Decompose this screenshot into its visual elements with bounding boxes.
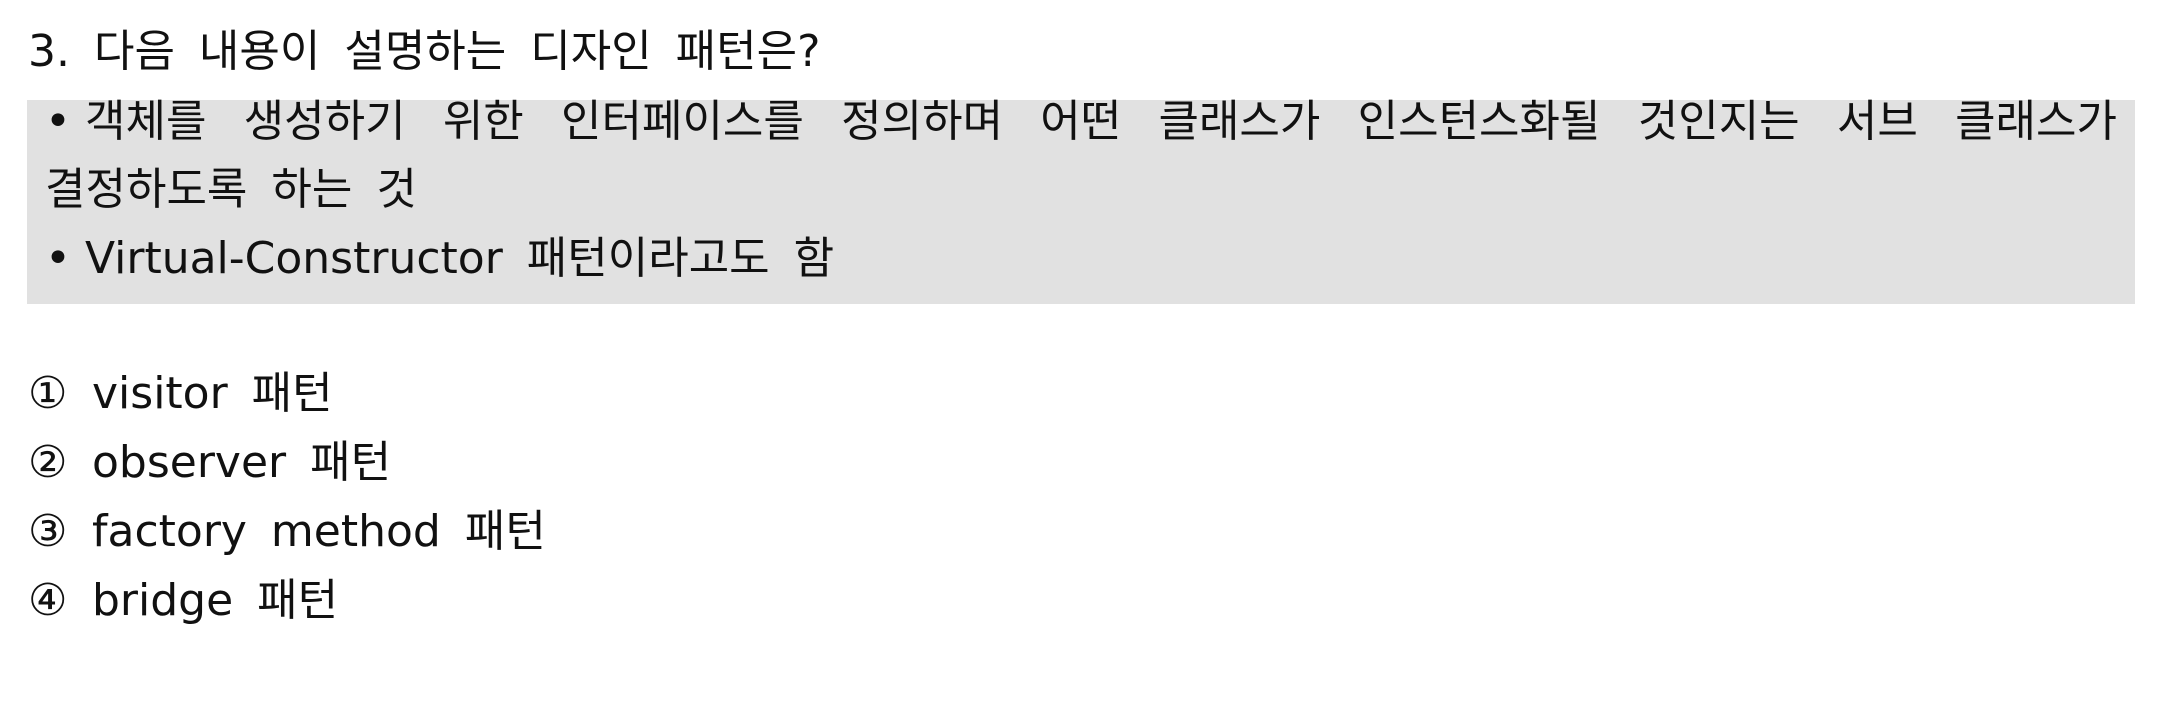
description-line-1: • 객체를 생성하기 위한 인터페이스를 정의하며 어떤 클래스가 인스턴스화될 …	[45, 92, 2117, 152]
choice-3-number: ③	[28, 506, 68, 557]
choice-2[interactable]: ② observer 패턴	[28, 433, 546, 502]
bullet-icon: •	[45, 233, 71, 284]
description-text-1: 객체를 생성하기 위한 인터페이스를 정의하며 어떤 클래스가 인스턴스화될 것…	[85, 96, 2117, 147]
choice-4-text: bridge 패턴	[92, 575, 339, 626]
description-line-3: • Virtual-Constructor 패턴이라고도 함	[45, 229, 834, 289]
choice-2-text: observer 패턴	[92, 437, 392, 488]
choice-2-number: ②	[28, 437, 68, 488]
choice-4[interactable]: ④ bridge 패턴	[28, 571, 546, 640]
choice-4-number: ④	[28, 575, 68, 626]
bullet-icon: •	[45, 96, 71, 147]
choice-3[interactable]: ③ factory method 패턴	[28, 502, 546, 571]
description-box: • 객체를 생성하기 위한 인터페이스를 정의하며 어떤 클래스가 인스턴스화될 …	[27, 96, 2135, 304]
choice-1-number: ①	[28, 368, 68, 419]
answer-choices: ① visitor 패턴 ② observer 패턴 ③ factory method…	[28, 364, 546, 640]
choice-1[interactable]: ① visitor 패턴	[28, 364, 546, 433]
description-text-3: Virtual-Constructor 패턴이라고도 함	[85, 233, 835, 284]
choice-3-text: factory method 패턴	[92, 506, 546, 557]
question-title: 3. 다음 내용이 설명하는 디자인 패턴은?	[28, 26, 821, 77]
choice-1-text: visitor 패턴	[92, 368, 333, 419]
description-line-2: 결정하도록 하는 것	[45, 164, 417, 215]
